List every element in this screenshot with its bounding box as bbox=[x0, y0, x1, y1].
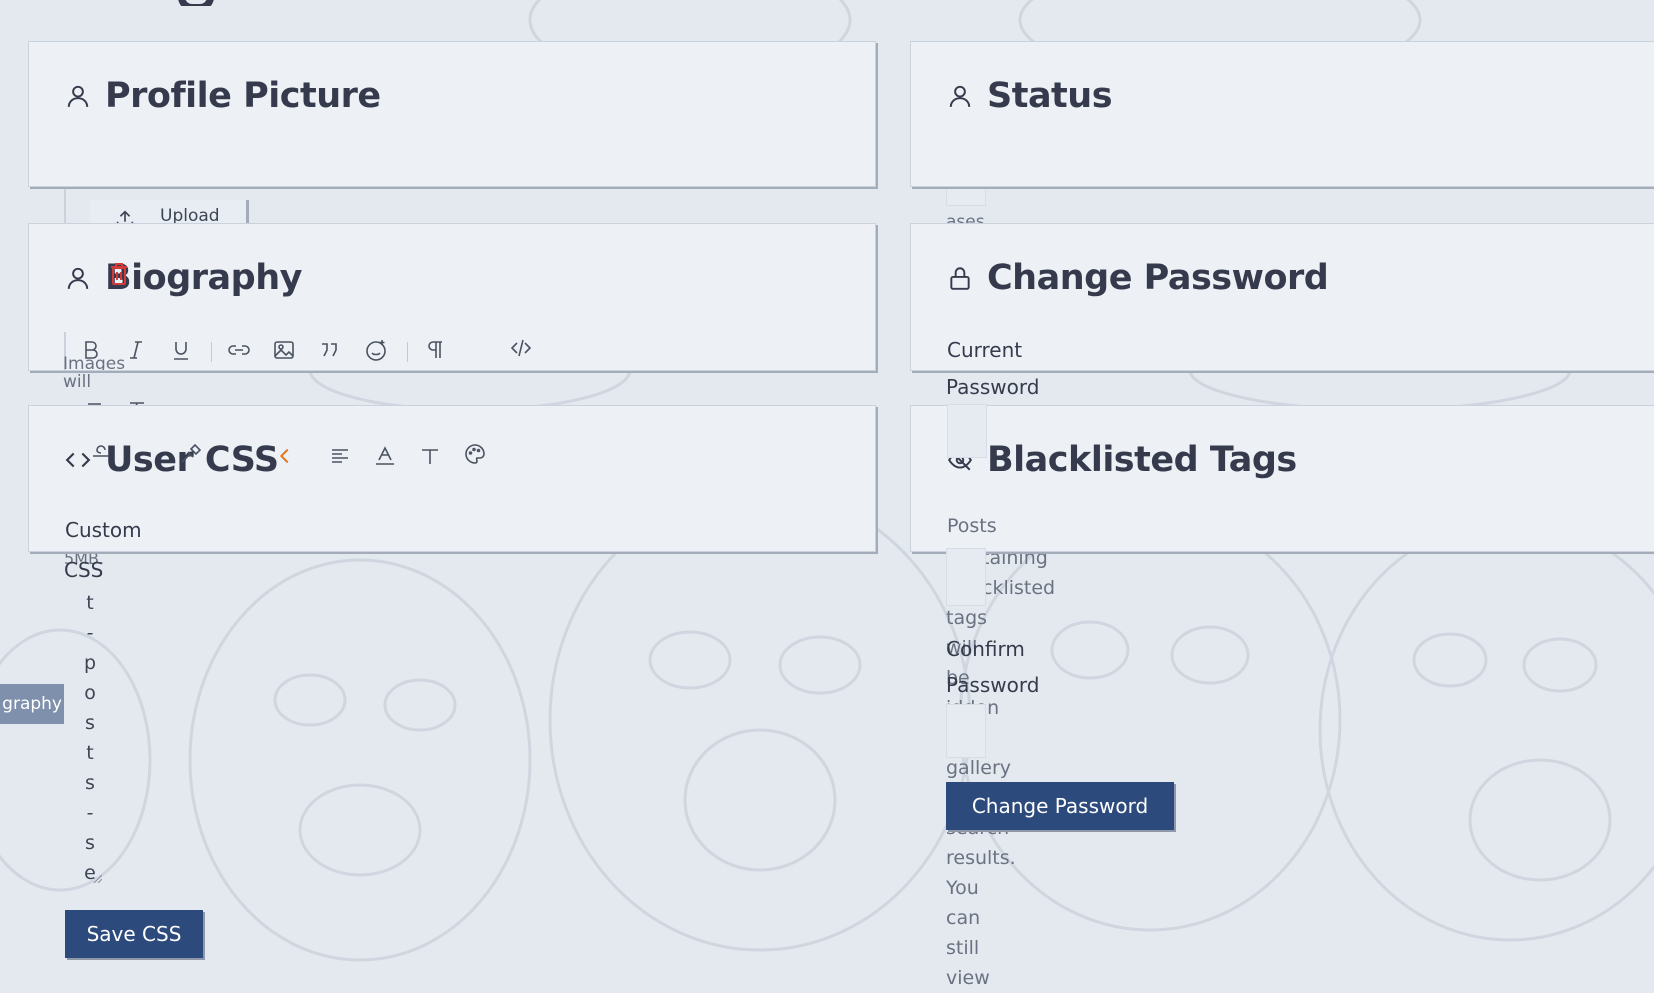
lock-icon bbox=[950, 267, 970, 290]
blacklist-description-line: You bbox=[946, 877, 979, 899]
css-char: t bbox=[86, 592, 94, 614]
blacklist-description: tainingcklistedtagswillbeiddeningallerya… bbox=[946, 543, 1055, 993]
css-char: o bbox=[84, 682, 96, 704]
blacklist-description-line: view bbox=[946, 967, 990, 989]
css-char: - bbox=[86, 802, 94, 824]
blacklist-description-line: can bbox=[946, 907, 981, 929]
css-char: s bbox=[85, 832, 95, 854]
trash-icon[interactable] bbox=[109, 262, 129, 286]
custom-css-textarea[interactable]: t-posts-se bbox=[64, 588, 102, 886]
blacklist-description-line: tags bbox=[946, 607, 988, 629]
side-tab[interactable]: graphy bbox=[0, 684, 64, 724]
user-icon bbox=[67, 267, 89, 289]
image-icon[interactable] bbox=[272, 338, 296, 366]
current-password-label-line1: Current bbox=[947, 338, 1023, 362]
profile-picture-title: Profile Picture bbox=[105, 76, 381, 116]
upload-button[interactable]: Upload bbox=[90, 200, 249, 224]
toolbar-divider bbox=[407, 342, 408, 362]
resize-handle-icon[interactable] bbox=[92, 873, 102, 883]
biography-note-line1: Images bbox=[63, 354, 126, 370]
css-char: - bbox=[86, 622, 94, 644]
custom-css-text: t-posts-se bbox=[83, 588, 97, 888]
profile-picture-panel: Profile Picture bbox=[28, 41, 876, 187]
css-char: s bbox=[85, 712, 95, 734]
code-view-icon[interactable] bbox=[509, 336, 533, 364]
blacklisted-tags-title: Blacklisted Tags bbox=[987, 440, 1297, 480]
blacklist-description-line: results. bbox=[946, 847, 1016, 869]
custom-css-label-line2: CSS bbox=[64, 558, 104, 582]
blacklist-description-line: still bbox=[946, 937, 980, 959]
upload-icon bbox=[116, 210, 134, 224]
css-char: p bbox=[83, 652, 97, 674]
blacklisted-tags-panel: Blacklisted Tags Posts bbox=[910, 404, 1654, 552]
current-password-label-line2: Password bbox=[946, 375, 1040, 399]
align-icon[interactable] bbox=[328, 444, 352, 472]
status-title: Status bbox=[987, 76, 1113, 116]
custom-css-label-line1: Custom bbox=[65, 518, 142, 542]
highlight-icon[interactable] bbox=[179, 442, 203, 470]
change-password-title: Change Password bbox=[987, 258, 1329, 298]
change-password-button[interactable]: Change Password bbox=[946, 782, 1174, 830]
status-heading: Status bbox=[947, 76, 1113, 116]
save-css-button[interactable]: Save CSS bbox=[65, 910, 203, 958]
profile-picture-heading: Profile Picture bbox=[65, 76, 381, 116]
new-password-input[interactable] bbox=[946, 548, 986, 606]
toolbar-divider bbox=[211, 342, 212, 362]
confirm-password-input[interactable] bbox=[946, 704, 986, 758]
user-icon bbox=[949, 85, 971, 107]
paragraph-icon[interactable] bbox=[423, 338, 447, 366]
status-panel: Status bbox=[910, 41, 1654, 187]
change-password-panel: Change Password Current bbox=[910, 223, 1654, 371]
user-css-panel: User CSS Custom bbox=[28, 405, 876, 552]
user-icon bbox=[67, 85, 89, 107]
strikethrough-icon[interactable] bbox=[89, 444, 113, 472]
biography-heading: Biography bbox=[65, 258, 302, 298]
chevron-left-icon[interactable] bbox=[274, 444, 296, 468]
page-heading-fragment bbox=[178, 0, 248, 6]
css-char: t bbox=[86, 742, 94, 764]
palette-icon[interactable] bbox=[463, 442, 487, 470]
confirm-password-label-line1: Confirm bbox=[946, 637, 1025, 661]
text-size-icon[interactable] bbox=[418, 444, 442, 472]
link-icon[interactable] bbox=[227, 338, 251, 366]
italic-icon[interactable] bbox=[124, 338, 148, 366]
biography-note-line2: will bbox=[63, 372, 92, 392]
change-password-heading: Change Password bbox=[947, 258, 1329, 298]
blacklisted-tags-heading: Blacklisted Tags bbox=[947, 440, 1297, 480]
current-password-input[interactable] bbox=[947, 404, 987, 458]
upload-label: Upload bbox=[160, 206, 220, 224]
blacklist-description-line: Posts bbox=[947, 515, 997, 537]
code-icon bbox=[65, 452, 91, 468]
emoji-icon[interactable] bbox=[364, 338, 388, 366]
css-char: s bbox=[85, 772, 95, 794]
biography-panel: Biography Images bbox=[28, 223, 876, 371]
confirm-password-label-line2: Password bbox=[946, 673, 1040, 697]
underline-icon[interactable] bbox=[169, 338, 193, 366]
quote-icon[interactable] bbox=[317, 338, 341, 366]
font-color-icon[interactable] bbox=[373, 444, 397, 472]
biography-title: Biography bbox=[105, 258, 302, 298]
